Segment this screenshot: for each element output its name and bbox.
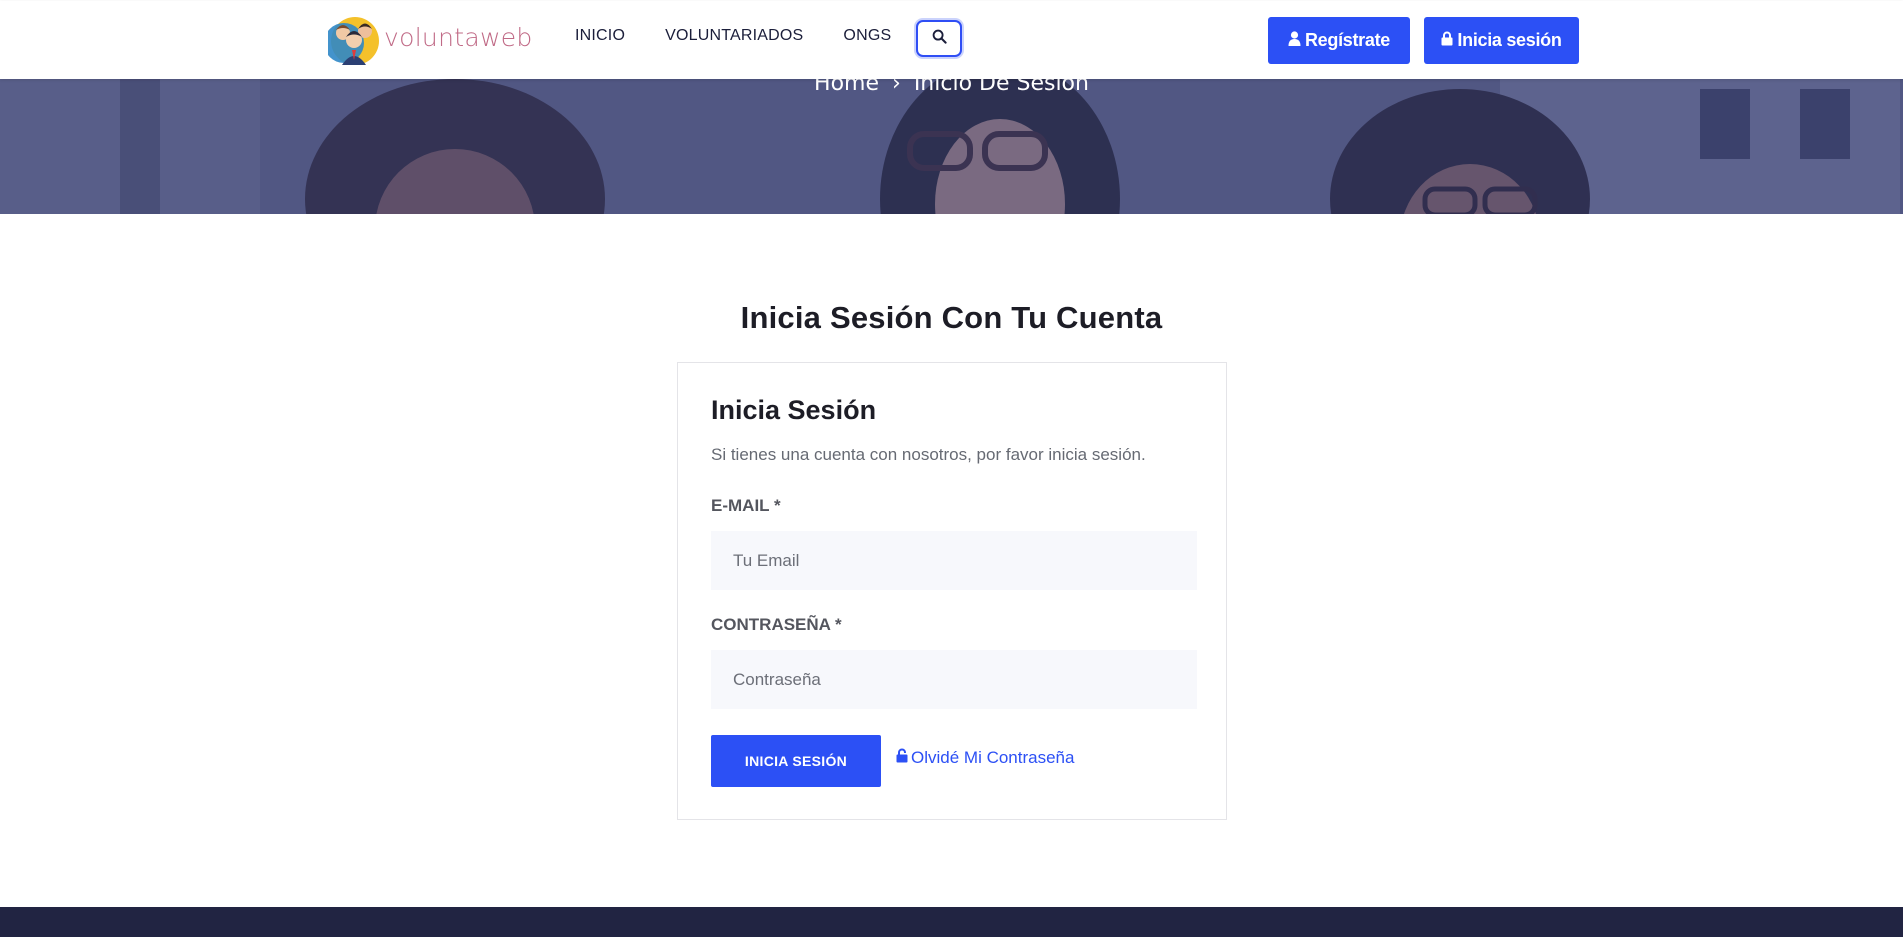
- main-nav: INICIO VOLUNTARIADOS ONGS: [575, 27, 931, 45]
- page-title: Inicia Sesión Con Tu Cuenta: [740, 300, 1163, 335]
- breadcrumb-home[interactable]: Home: [814, 79, 879, 96]
- hero-overlay: [0, 79, 1903, 214]
- breadcrumb-separator: ›: [892, 79, 901, 96]
- nav-ongs[interactable]: ONGS: [843, 27, 891, 45]
- register-label: Regístrate: [1304, 30, 1391, 50]
- login-button[interactable]: Inicia sesión: [1424, 17, 1579, 64]
- search-icon: [932, 29, 947, 49]
- forgot-password-link[interactable]: Olvidé Mi Contraseña: [896, 748, 1074, 768]
- breadcrumb-current: Inicio De Sesion: [913, 79, 1089, 96]
- card-subtitle: Si tienes una cuenta con nosotros, por f…: [711, 445, 1146, 464]
- password-label: CONTRASEÑA *: [711, 615, 842, 634]
- search-button[interactable]: [916, 20, 962, 57]
- email-label: E-MAIL *: [711, 496, 781, 515]
- site-header: voluntaweb INICIO VOLUNTARIADOS ONGS Reg…: [0, 1, 1903, 79]
- submit-login-button[interactable]: INICIA SESIÓN: [711, 735, 881, 787]
- hero-banner: Home › Inicio De Sesion: [0, 79, 1903, 214]
- login-label: Inicia sesión: [1457, 30, 1562, 50]
- logo-text: voluntaweb: [384, 22, 533, 52]
- password-field[interactable]: [711, 650, 1197, 709]
- forgot-password-label: Olvidé Mi Contraseña: [911, 748, 1075, 767]
- logo-icon: [324, 13, 382, 67]
- email-field[interactable]: [711, 531, 1197, 590]
- logo[interactable]: voluntaweb: [324, 13, 533, 67]
- lock-icon: [1441, 30, 1457, 51]
- unlock-icon: [896, 748, 911, 768]
- register-button[interactable]: Regístrate: [1268, 17, 1410, 64]
- nav-voluntariados[interactable]: VOLUNTARIADOS: [665, 27, 803, 45]
- card-title: Inicia Sesión: [711, 395, 877, 425]
- nav-inicio[interactable]: INICIO: [575, 27, 625, 45]
- user-icon: [1288, 30, 1305, 51]
- site-footer: [0, 907, 1903, 937]
- login-card: Inicia Sesión Si tienes una cuenta con n…: [677, 362, 1227, 820]
- breadcrumb: Home › Inicio De Sesion: [0, 79, 1903, 96]
